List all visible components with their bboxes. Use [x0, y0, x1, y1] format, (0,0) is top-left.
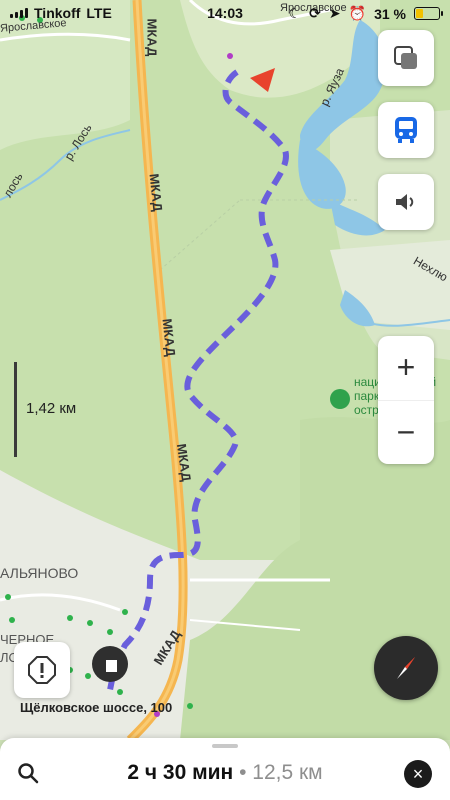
bus-icon: [395, 117, 417, 143]
compass-icon: [397, 657, 415, 679]
close-button[interactable]: ×: [404, 760, 432, 788]
battery-label: 31 %: [374, 5, 406, 22]
close-icon: ×: [412, 763, 424, 784]
scale-label: 1,42 км: [26, 400, 77, 417]
status-bar: Tinkoff LTE 14:03 ☾ ⟳ ➤ ⏰ 31 %: [0, 0, 450, 26]
alarm-icon: ⏰: [348, 5, 367, 21]
route-time: 2 ч 30 мин: [127, 761, 234, 784]
address-label: Щёлковское шоссе, 100: [20, 700, 173, 715]
district-left-label: АЛЬЯНОВО: [0, 565, 79, 581]
route-summary-bar[interactable]: 2 ч 30 мин • 12,5 км ×: [0, 738, 450, 800]
zoom-in-button[interactable]: +: [378, 336, 434, 400]
route-info: 2 ч 30 мин • 12,5 км: [0, 761, 450, 785]
battery-icon: [414, 7, 443, 20]
destination-pin[interactable]: [92, 646, 128, 682]
route-separator: •: [233, 761, 253, 784]
zoom-control: + −: [378, 336, 434, 464]
park-icon: [330, 389, 350, 409]
layers-icon: [394, 46, 417, 69]
layers-button[interactable]: [378, 30, 434, 86]
alert-button[interactable]: [14, 642, 70, 698]
moon-icon: ☾: [288, 5, 302, 21]
lock-rotation-icon: ⟳: [309, 5, 321, 21]
scale-bar: [14, 362, 17, 457]
zoom-out-button[interactable]: −: [378, 399, 434, 465]
building-icon: [103, 656, 117, 672]
transport-button[interactable]: [378, 102, 434, 158]
location-icon: ➤: [328, 5, 341, 21]
alert-icon: [28, 656, 56, 684]
route-distance: 12,5 км: [252, 761, 323, 784]
compass-button[interactable]: [374, 636, 438, 700]
sound-button[interactable]: [378, 174, 434, 230]
drag-handle[interactable]: [212, 744, 238, 748]
speaker-icon: [396, 194, 414, 210]
